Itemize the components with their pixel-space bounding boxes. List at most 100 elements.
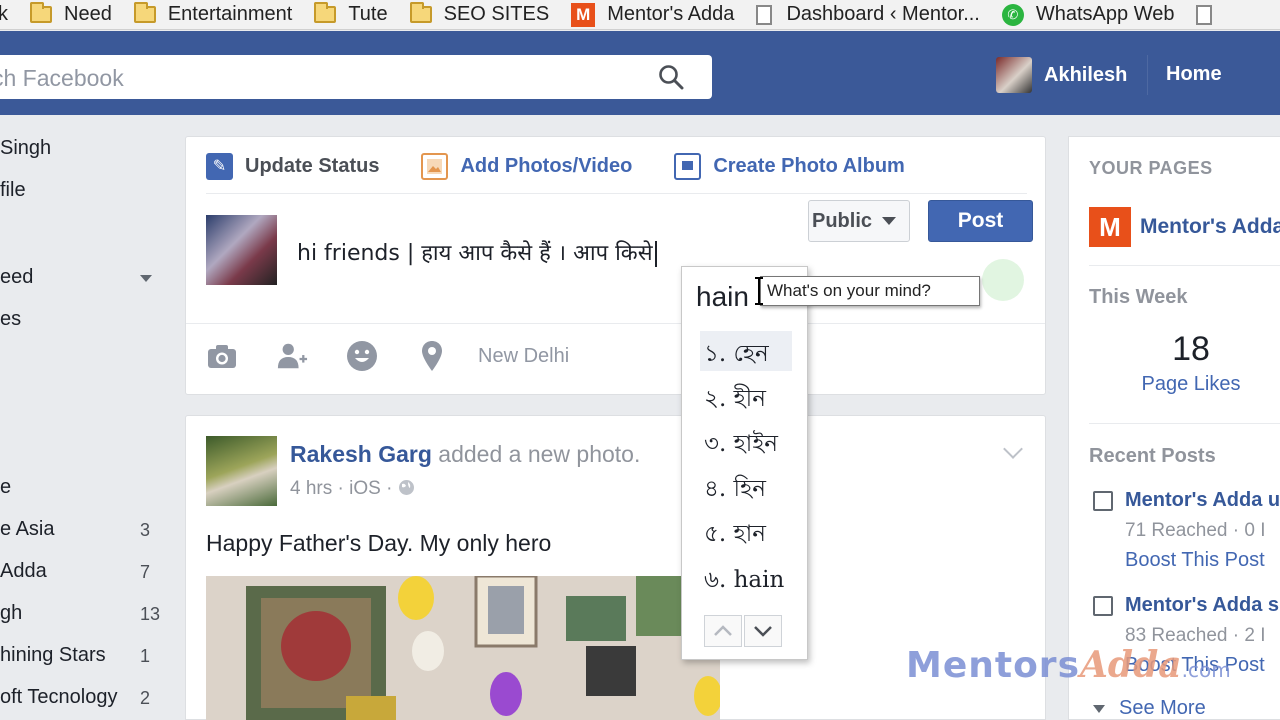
recent-post-title[interactable]: Mentor's Adda u	[1125, 489, 1280, 512]
bookmark-overflow[interactable]	[1196, 4, 1226, 25]
bookmark-label: WhatsApp Web	[1035, 3, 1175, 25]
profile-link[interactable]: Akhilesh	[996, 57, 1127, 93]
sidebar-count: 3	[140, 520, 151, 540]
composer-tabs: ✎ Update Status Add Photos/Video Create …	[206, 151, 947, 181]
whatsapp-icon: ✆	[1001, 3, 1024, 26]
sidebar-item-group[interactable]: gh	[0, 602, 22, 625]
sidebar-item-group[interactable]: hining Stars	[0, 644, 106, 667]
mentors-adda-logo-icon: M	[571, 2, 596, 27]
typed-word: hain	[696, 281, 749, 312]
chevron-down-icon[interactable]	[1003, 439, 1023, 459]
mentors-adda-logo-icon: M	[1089, 207, 1131, 247]
bookmark-label: Entertainment	[167, 3, 293, 25]
folder-icon	[30, 2, 52, 23]
audience-selector-button[interactable]: Public	[808, 200, 910, 242]
next-page-button[interactable]	[744, 615, 782, 647]
suggestion-item[interactable]: ৪. হিন	[700, 466, 792, 506]
sidebar-item-edit-profile[interactable]: file	[0, 179, 26, 202]
post-photo[interactable]	[206, 576, 720, 720]
post-button[interactable]: Post	[928, 200, 1033, 242]
suggestion-item[interactable]: ৬. hain	[700, 557, 792, 597]
divider	[1147, 55, 1148, 95]
see-more-label: See More	[1119, 697, 1206, 719]
photo-image	[206, 576, 720, 720]
status-text-input[interactable]: hi friends | हाय आप कैसे हैं । आप किसे	[297, 237, 657, 267]
post-author[interactable]: Rakesh Garg	[290, 441, 432, 467]
suggestion-item[interactable]: ৫. হান	[700, 511, 792, 551]
search-icon[interactable]	[658, 64, 684, 90]
sidebar-item-news-feed[interactable]: eed	[0, 266, 33, 289]
location-pin-icon[interactable]	[416, 340, 448, 372]
bookmark-label: SEO SITES	[443, 3, 550, 25]
home-link[interactable]: Home	[1166, 63, 1222, 86]
suggestion-item[interactable]: ২. হীন	[700, 376, 792, 416]
watermark-text: Mentors	[906, 645, 1080, 686]
recent-post-stats: 71 Reached · 0 I	[1125, 520, 1266, 541]
bookmark-tute[interactable]: Tute	[314, 2, 388, 26]
bookmark-partial[interactable]: k	[0, 3, 8, 26]
sidebar-item-messages[interactable]: es	[0, 308, 21, 331]
recent-posts-heading: Recent Posts	[1089, 445, 1216, 467]
boost-post-link[interactable]: Boost This Post	[1125, 549, 1265, 572]
bookmark-label: Mentor's Adda	[607, 3, 735, 25]
bookmark-seo-sites[interactable]: SEO SITES	[409, 2, 550, 26]
album-icon	[674, 152, 702, 180]
user-name: Akhilesh	[1044, 63, 1128, 86]
tag-friends-icon[interactable]	[276, 340, 308, 372]
sidebar-count: 13	[140, 604, 161, 624]
divider	[1089, 265, 1280, 266]
recent-post-title[interactable]: Mentor's Adda s	[1125, 594, 1279, 617]
watermark-text: .com	[1181, 658, 1231, 682]
bookmark-whatsapp[interactable]: ✆ WhatsApp Web	[1001, 3, 1175, 26]
globe-icon	[398, 480, 414, 495]
page-link[interactable]: M Mentor's Adda	[1089, 207, 1280, 247]
your-pages-heading: YOUR PAGES	[1089, 158, 1213, 178]
see-more-link[interactable]: See More	[1093, 697, 1206, 720]
avatar	[996, 57, 1032, 93]
suggestion-item[interactable]: ১. হেন	[700, 331, 792, 371]
composer-actions: New Delhi	[206, 340, 569, 372]
feeling-icon[interactable]	[346, 340, 378, 372]
sidebar-item-group[interactable]: oft Tecnology	[0, 686, 118, 709]
bookmark-need[interactable]: Need	[30, 2, 112, 26]
bookmark-entertainment[interactable]: Entertainment	[133, 2, 293, 26]
suggestion-item[interactable]: ৩. হাইন	[700, 421, 792, 461]
camera-icon[interactable]	[206, 340, 238, 372]
watermark-text: Adda	[1080, 644, 1182, 686]
post-header: Rakesh Garg added a new photo.	[290, 441, 640, 468]
sidebar-count: 1	[140, 646, 151, 666]
edit-post-icon	[1093, 596, 1113, 616]
avatar[interactable]	[206, 436, 277, 506]
bookmark-dashboard[interactable]: Dashboard ‹ Mentor...	[756, 3, 980, 26]
search-placeholder: ch Facebook	[0, 65, 124, 91]
previous-page-button[interactable]	[704, 615, 742, 647]
bookmark-mentors-adda[interactable]: M Mentor's Adda	[571, 2, 735, 27]
divider	[186, 323, 1045, 324]
left-sidebar: Singh file eed es e e Asia 3 Adda 7 gh 1…	[0, 115, 170, 720]
text-caret	[654, 241, 657, 267]
sidebar-item-group[interactable]: Adda	[0, 560, 47, 583]
search-input[interactable]: ch Facebook	[0, 55, 712, 99]
tab-add-photos-video[interactable]: Add Photos/Video	[421, 152, 633, 180]
tab-create-photo-album[interactable]: Create Photo Album	[674, 152, 905, 180]
bookmark-label: Tute	[348, 3, 388, 25]
sidebar-item-group[interactable]: e Asia	[0, 518, 54, 541]
divider	[1089, 423, 1280, 424]
sidebar-item-partial[interactable]: e	[0, 476, 11, 499]
tab-label: Update Status	[245, 154, 380, 177]
post-timestamp[interactable]: 4 hrs · iOS ·	[290, 478, 392, 499]
tab-label: Add Photos/Video	[460, 154, 633, 177]
page-likes-link[interactable]: Page Likes	[1129, 373, 1253, 396]
tab-update-status[interactable]: ✎ Update Status	[206, 152, 380, 180]
sidebar-item-profile-name[interactable]: Singh	[0, 137, 51, 160]
page-likes-count: 18	[1172, 330, 1210, 368]
sidebar-count: 7	[140, 562, 151, 582]
folder-icon	[314, 2, 337, 23]
pencil-icon: ✎	[206, 152, 233, 180]
chevron-up-icon	[714, 625, 732, 636]
divider	[206, 193, 1027, 194]
audience-label: Public	[812, 210, 873, 232]
chevron-down-icon[interactable]	[140, 275, 152, 282]
location-text[interactable]: New Delhi	[478, 345, 569, 368]
grammarly-icon[interactable]	[982, 259, 1024, 301]
